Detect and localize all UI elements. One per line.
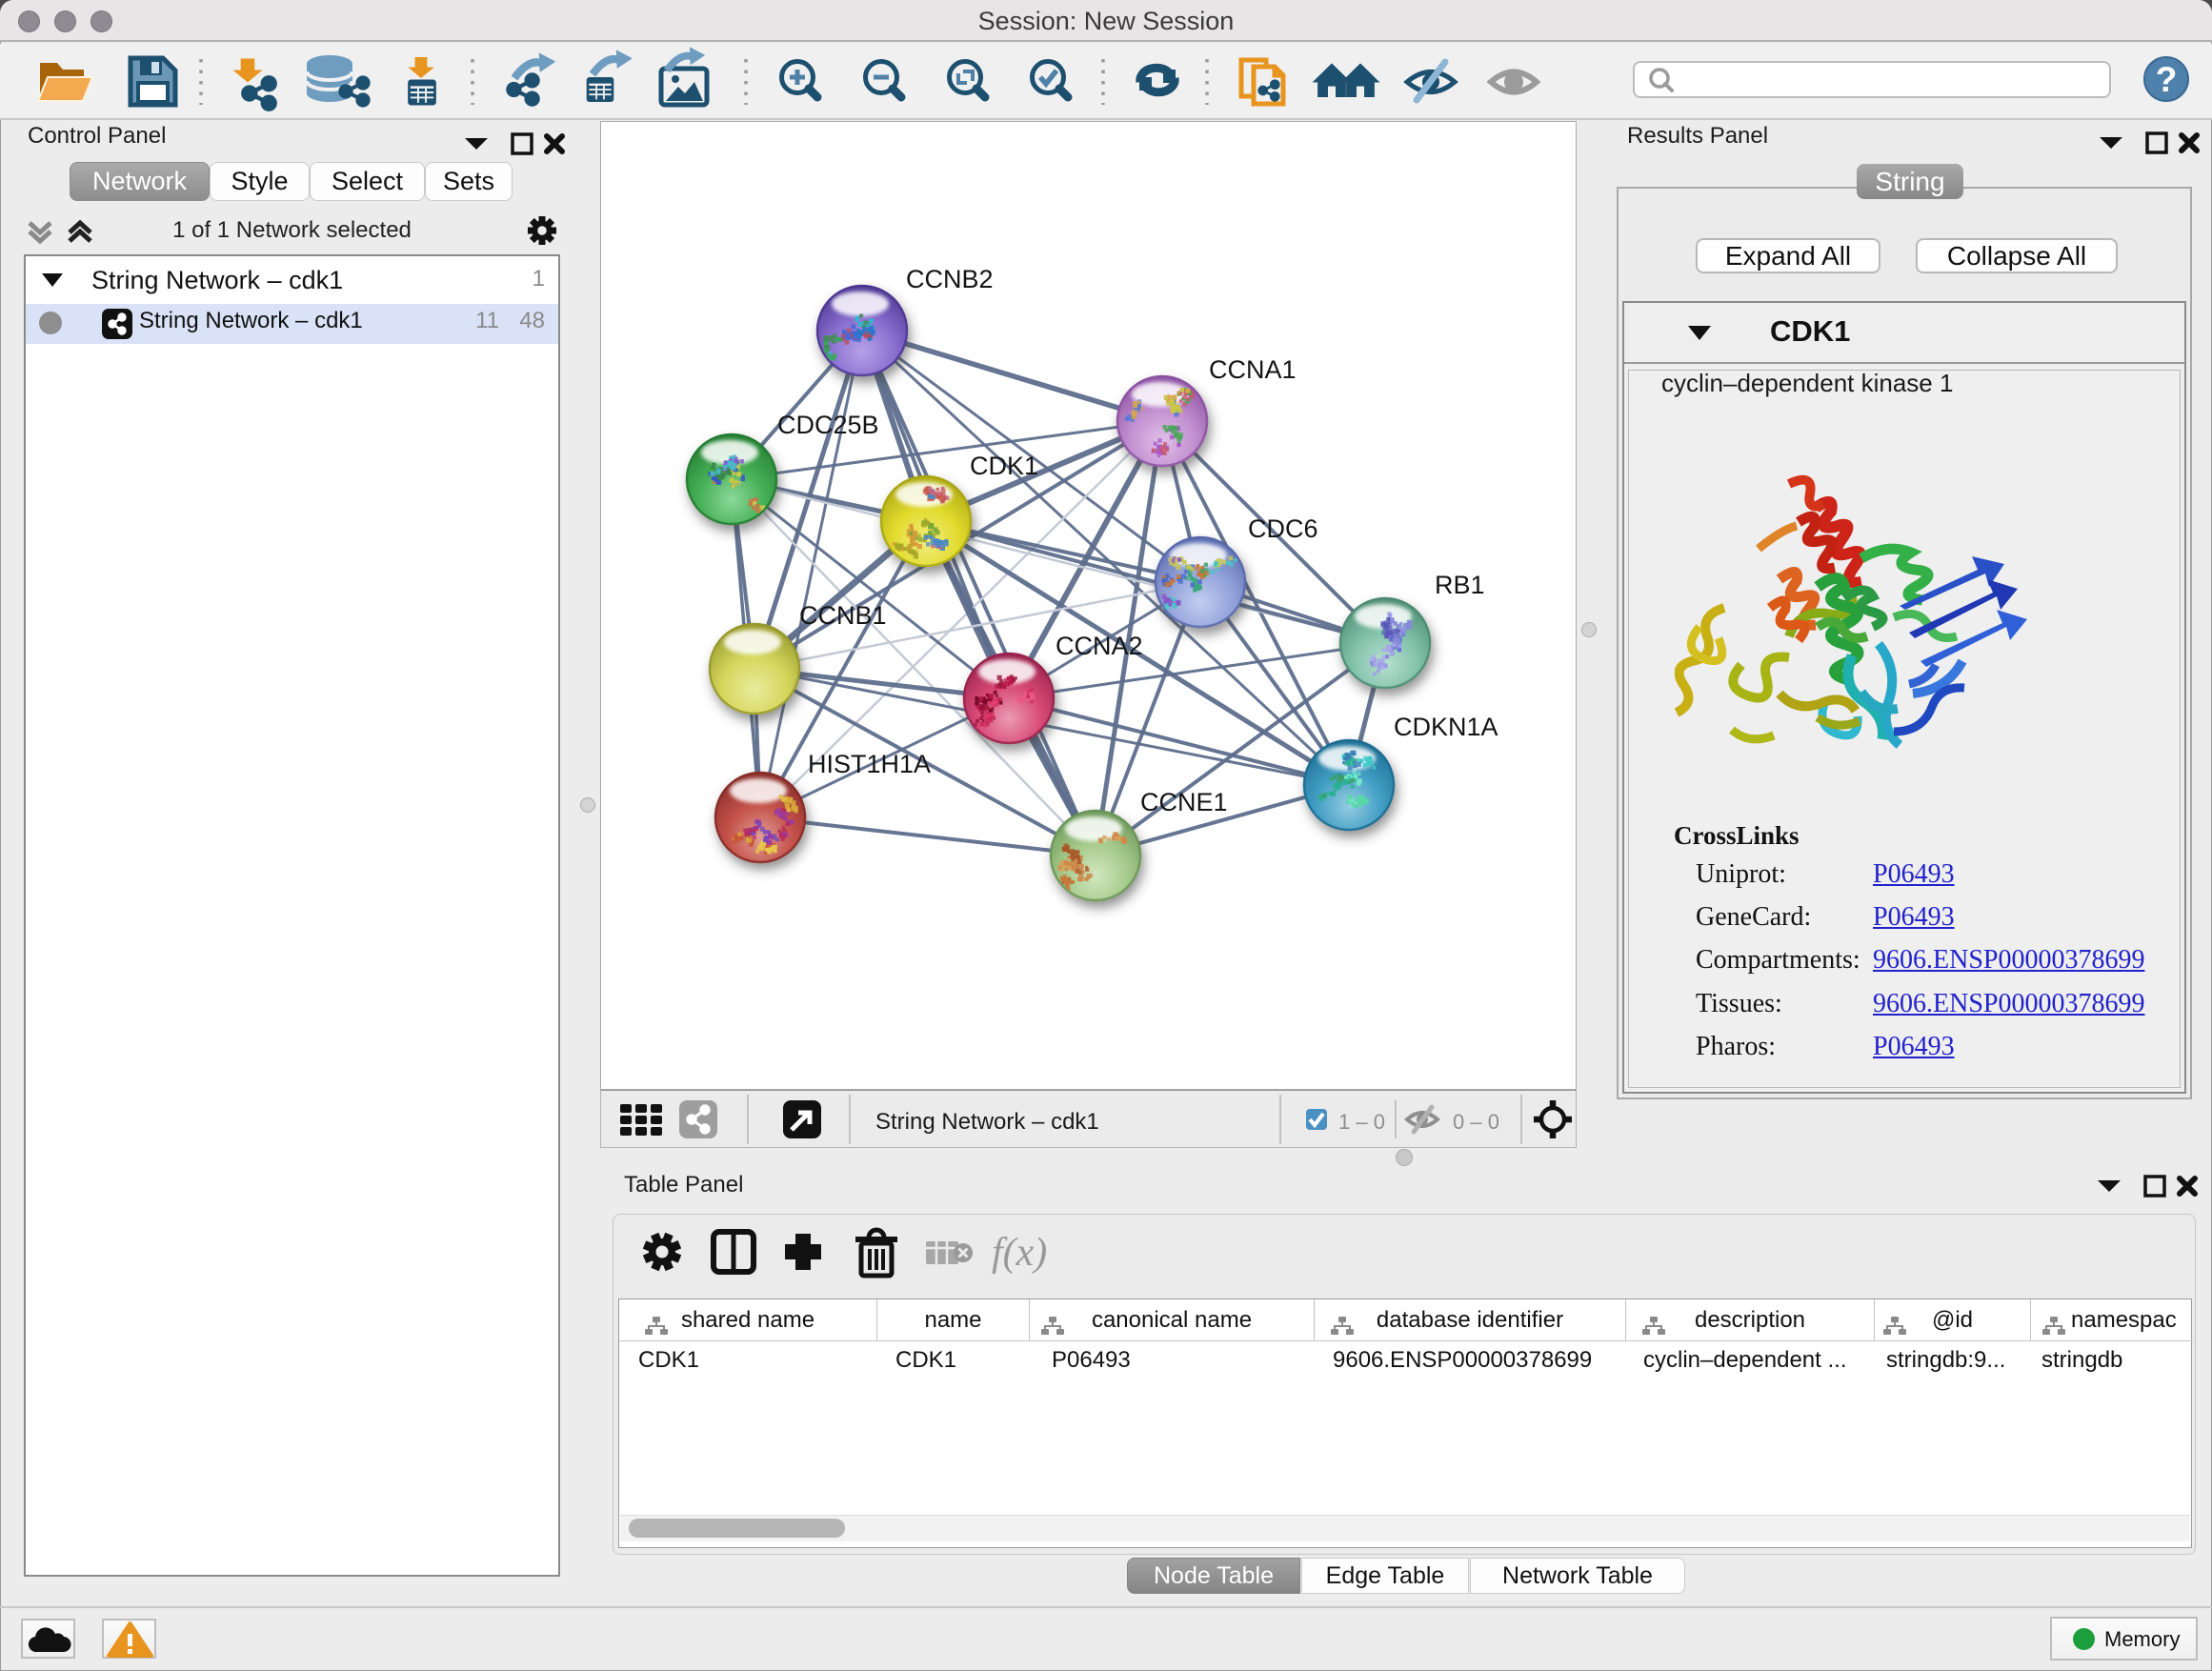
svg-text:1 – 0: 1 – 0	[1338, 1110, 1385, 1134]
svg-text:CDK1: CDK1	[970, 452, 1038, 480]
svg-text:?: ?	[2156, 60, 2178, 99]
svg-text:CDC6: CDC6	[1248, 514, 1318, 543]
svg-text:CCNE1: CCNE1	[1140, 788, 1228, 816]
svg-text:CDC25B: CDC25B	[777, 411, 879, 439]
svg-text:f(x): f(x)	[992, 1231, 1047, 1275]
svg-text:0 – 0: 0 – 0	[1453, 1110, 1499, 1134]
svg-text:HIST1H1A: HIST1H1A	[808, 750, 931, 778]
svg-text:CCNA1: CCNA1	[1209, 355, 1297, 384]
svg-text:CCNB2: CCNB2	[906, 265, 994, 293]
svg-text:CDKN1A: CDKN1A	[1394, 713, 1498, 741]
svg-text:RB1: RB1	[1435, 571, 1485, 599]
svg-text:CCNB1: CCNB1	[799, 601, 887, 630]
svg-text:String Network – cdk1: String Network – cdk1	[875, 1109, 1099, 1135]
svg-text:CCNA2: CCNA2	[1056, 632, 1143, 660]
